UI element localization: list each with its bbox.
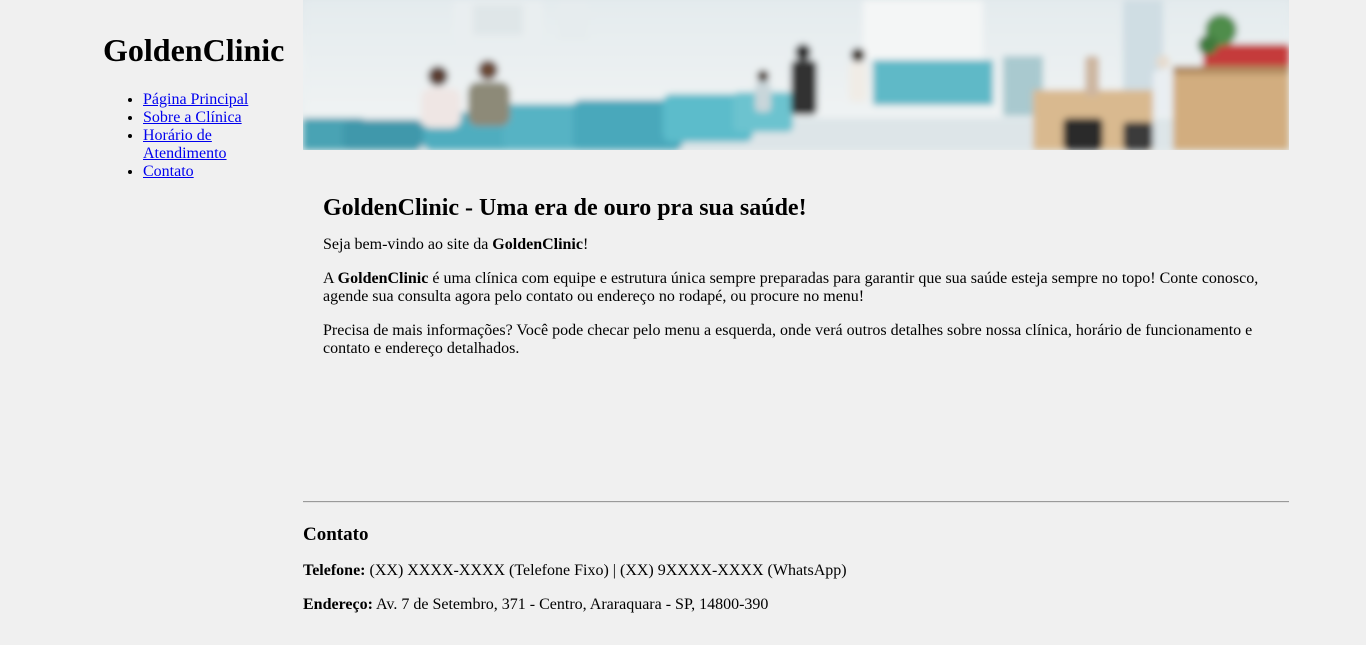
- phone-line: Telefone: (XX) XXXX-XXXX (Telefone Fixo)…: [303, 562, 1289, 580]
- nav-item: Página Principal: [143, 91, 271, 109]
- banner-image: [303, 0, 1289, 150]
- address-line: Endereço: Av. 7 de Setembro, 371 - Centr…: [303, 596, 1289, 614]
- text-span: é uma clínica com equipe e estrutura úni…: [323, 270, 1259, 305]
- text-span: A: [323, 270, 338, 287]
- address-value: Av. 7 de Setembro, 371 - Centro, Araraqu…: [372, 596, 769, 613]
- nav-item: Sobre a Clínica: [143, 109, 271, 127]
- nav-link-contato[interactable]: Contato: [143, 163, 194, 180]
- nav-menu: Página Principal Sobre a Clínica Horário…: [103, 91, 271, 181]
- nav-link-sobre-a-clinica[interactable]: Sobre a Clínica: [143, 109, 242, 126]
- info-paragraph: Precisa de mais informações? Você pode c…: [323, 322, 1253, 357]
- site-title: GoldenClinic: [103, 32, 285, 68]
- sidebar: GoldenClinic Página Principal Sobre a Cl…: [103, 0, 303, 181]
- waiting-room-illustration: [303, 0, 1289, 150]
- footer-divider: [303, 501, 1289, 503]
- text-span: Seja bem-vindo ao site da: [323, 236, 493, 253]
- phone-label: Telefone:: [303, 562, 366, 579]
- phone-value: (XX) XXXX-XXXX (Telefone Fixo) | (XX) 9X…: [365, 562, 847, 579]
- main-content: GoldenClinic - Uma era de ouro pra sua s…: [323, 190, 1269, 358]
- footer: Contato Telefone: (XX) XXXX-XXXX (Telefo…: [303, 501, 1289, 614]
- nav-link-horario-de-atendimento[interactable]: Horário de Atendimento: [143, 127, 227, 162]
- welcome-paragraph: Seja bem-vindo ao site da GoldenClinic!: [323, 236, 1269, 254]
- brand-name: GoldenClinic: [492, 236, 583, 253]
- nav-item: Horário de Atendimento: [143, 127, 271, 163]
- about-paragraph: A GoldenClinic é uma clínica com equipe …: [323, 270, 1269, 306]
- nav-link-pagina-principal[interactable]: Página Principal: [143, 91, 248, 108]
- nav-item: Contato: [143, 163, 271, 181]
- address-label: Endereço:: [303, 596, 373, 613]
- text-span: !: [582, 236, 589, 253]
- page: GoldenClinic Página Principal Sobre a Cl…: [0, 0, 1366, 645]
- footer-heading: Contato: [303, 524, 369, 545]
- brand-name: GoldenClinic: [337, 270, 429, 287]
- page-heading: GoldenClinic - Uma era de ouro pra sua s…: [323, 195, 807, 221]
